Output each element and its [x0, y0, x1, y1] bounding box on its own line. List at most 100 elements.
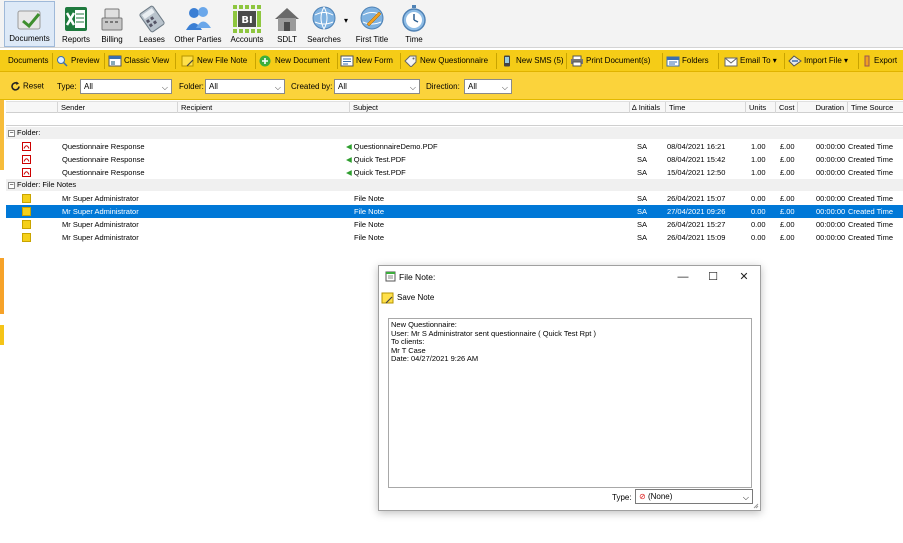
table-row[interactable]: Mr Super Administrator File Note SA 26/04/2…	[6, 192, 903, 205]
ribbon-reports-button[interactable]: Reports	[58, 1, 94, 47]
ribbon-billing-button[interactable]: Billing	[96, 1, 128, 47]
print-documents-label: Print Document(s)	[586, 56, 651, 65]
preview-label: Preview	[71, 56, 100, 65]
collapse-icon[interactable]: −	[8, 130, 15, 137]
direction-filter-select[interactable]: All ⌵	[464, 79, 512, 94]
new-questionnaire-button[interactable]: New Questionnaire	[404, 53, 488, 69]
cell-initials: SA	[637, 233, 648, 242]
ribbon-other-parties-button[interactable]: Other Parties	[172, 1, 224, 47]
bi-icon: BI	[233, 5, 261, 33]
incoming-arrow-icon: ◀	[346, 168, 352, 177]
print-documents-button[interactable]: Print Document(s)	[570, 53, 650, 69]
new-document-button[interactable]: New Document	[259, 53, 330, 69]
cell-sender: Questionnaire Response	[62, 142, 145, 151]
column-header-duration[interactable]: Duration	[798, 102, 848, 113]
folders-icon	[666, 56, 680, 67]
column-header-cost[interactable]: Cost	[776, 102, 798, 113]
document-toolbar: Documents Preview Classic View New File …	[0, 50, 903, 72]
table-row[interactable]: Questionnaire Response ◀ Quick Test.PDF SA 1…	[6, 166, 903, 179]
import-file-button[interactable]: Import File ▾	[788, 53, 848, 69]
collapse-icon[interactable]: −	[8, 182, 15, 189]
ribbon-label: Documents	[9, 34, 50, 43]
table-row[interactable]: Questionnaire Response ◀ Quick Test.PDF SA 0…	[6, 153, 903, 166]
ribbon: Documents Reports Billing Leases Other P…	[0, 0, 903, 48]
cell-source: Created Time	[848, 220, 894, 229]
cell-source: Created Time	[848, 194, 894, 203]
grid-filter-row[interactable]	[6, 114, 903, 126]
ribbon-first-title-button[interactable]: First Title	[352, 1, 392, 47]
cell-duration: 00:00:00	[816, 207, 846, 216]
cell-cost: £.00	[780, 168, 795, 177]
ribbon-label: First Title	[355, 35, 389, 44]
note-type-select[interactable]: ⊘ (None) ⌵	[635, 489, 753, 504]
table-row[interactable]: Mr Super Administrator File Note SA 27/04/2…	[6, 205, 903, 218]
toolbar-separator	[52, 53, 53, 69]
classic-view-button[interactable]: Classic View	[108, 53, 169, 69]
table-row[interactable]: Mr Super Administrator File Note SA 26/04/2…	[6, 218, 903, 231]
column-header-time[interactable]: Time	[666, 102, 746, 113]
group-header[interactable]: − Folder: File Notes	[6, 179, 903, 191]
ribbon-sdlt-button[interactable]: SDLT	[272, 1, 302, 47]
sticky-note-icon	[181, 55, 194, 67]
created-by-filter-select[interactable]: All ⌵	[334, 79, 420, 94]
column-header-icon[interactable]	[6, 102, 58, 113]
export-button[interactable]: Export	[862, 53, 897, 69]
cell-initials: SA	[637, 155, 648, 164]
close-button[interactable]: ✕	[730, 268, 758, 286]
preview-button[interactable]: Preview	[55, 53, 99, 69]
table-row[interactable]: Questionnaire Response ◀ QuestionnaireDemo…	[6, 140, 903, 153]
resize-grip-icon[interactable]	[753, 503, 759, 509]
new-form-button[interactable]: New Form	[340, 53, 393, 69]
cell-source: Created Time	[848, 233, 894, 242]
ribbon-time-button[interactable]: Time	[398, 1, 430, 47]
minimize-button[interactable]: —	[669, 268, 697, 286]
cell-time: 15/04/2021 12:50	[667, 168, 726, 177]
chevron-down-icon: ⌵	[501, 83, 508, 92]
ribbon-documents-button[interactable]: Documents	[4, 1, 55, 47]
incoming-arrow-icon: ◀	[346, 155, 352, 164]
ribbon-leases-button[interactable]: Leases	[136, 1, 168, 47]
ribbon-accounts-button[interactable]: BI Accounts	[226, 1, 268, 47]
cell-initials: SA	[637, 168, 648, 177]
chevron-down-icon: ⌵	[742, 493, 749, 502]
cell-units: 0.00	[751, 233, 766, 242]
pdf-file-icon	[22, 155, 31, 164]
column-header-units[interactable]: Units	[746, 102, 776, 113]
ribbon-label: Accounts	[230, 35, 264, 44]
table-row[interactable]: Mr Super Administrator File Note SA 26/04/2…	[6, 231, 903, 244]
group-header[interactable]: − Folder:	[6, 127, 903, 139]
new-file-note-button[interactable]: New File Note	[181, 53, 247, 69]
reset-button[interactable]: Reset	[10, 81, 44, 92]
ribbon-searches-button[interactable]: Searches	[306, 1, 342, 47]
column-header-sender[interactable]: Sender	[58, 102, 178, 113]
maximize-button[interactable]: ☐	[699, 268, 727, 286]
documents-tab[interactable]: Documents	[8, 53, 48, 69]
type-filter-select[interactable]: All ⌵	[80, 79, 172, 94]
cell-subject: File Note	[354, 194, 385, 203]
cell-duration: 00:00:00	[816, 194, 846, 203]
dialog-titlebar[interactable]: File Note: — ☐ ✕	[379, 266, 760, 288]
folder-filter-select[interactable]: All ⌵	[205, 79, 285, 94]
cell-time: 26/04/2021 15:09	[667, 233, 726, 242]
email-to-button[interactable]: Email To ▾	[724, 53, 777, 69]
pdf-file-icon	[22, 168, 31, 177]
cell-sender: Mr Super Administrator	[62, 233, 139, 242]
new-sms-button[interactable]: New SMS (5)	[500, 53, 564, 69]
cell-sender: Mr Super Administrator	[62, 220, 139, 229]
minimize-icon: —	[677, 271, 689, 283]
column-header-initials[interactable]: ∆ Initials	[630, 102, 666, 113]
column-header-time-source[interactable]: Time Source	[848, 102, 903, 113]
direction-filter-label: Direction:	[426, 82, 460, 91]
column-header-subject[interactable]: Subject	[350, 102, 630, 113]
new-document-label: New Document	[275, 56, 330, 65]
searches-dropdown-icon[interactable]: ▾	[344, 16, 348, 25]
column-header-recipient[interactable]: Recipient	[178, 102, 350, 113]
folders-button[interactable]: Folders	[666, 53, 709, 69]
email-to-label: Email To	[740, 56, 771, 65]
cell-units: 0.00	[751, 207, 766, 216]
stopwatch-icon	[402, 5, 426, 32]
save-note-button[interactable]: Save Note	[381, 290, 434, 306]
new-sms-label: New SMS (5)	[516, 56, 564, 65]
note-type-label: Type:	[612, 493, 632, 502]
note-textarea[interactable]: New Questionnaire: User: Mr S Administrat…	[388, 318, 752, 488]
